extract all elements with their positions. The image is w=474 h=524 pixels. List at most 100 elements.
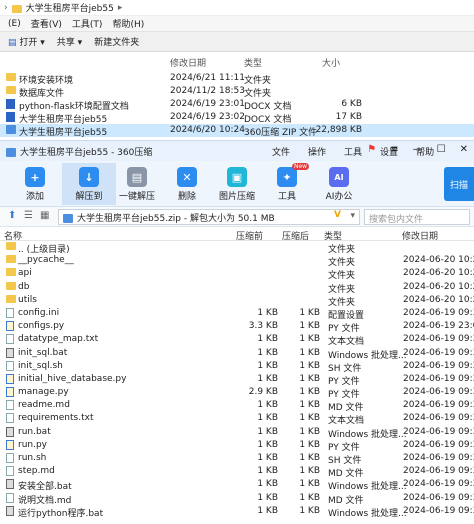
zip-row[interactable]: 说明文档.md1 KB1 KBMD 文件2024-06-19 09:35 — [0, 492, 474, 506]
menu-tools[interactable]: 工具(T) — [72, 17, 103, 30]
breadcrumb-item[interactable]: 大学生租房平台jeb55 — [26, 1, 114, 14]
file-date: 2024/6/19 23:01 — [170, 99, 245, 109]
zip-row[interactable]: init_sql.sh1 KB1 KBSH 文件2024-06-19 09:35 — [0, 360, 474, 374]
python-file-icon — [6, 321, 14, 332]
one-click-extract-button[interactable]: ▤ 一键解压 — [110, 163, 164, 205]
file-icon — [6, 453, 14, 463]
menu-view[interactable]: 查看(V) — [31, 17, 62, 30]
chevron-down-icon[interactable]: ▾ — [350, 211, 355, 221]
entry-date: 2024-06-19 09:35 — [403, 466, 474, 477]
menu-edit[interactable]: (E) — [8, 19, 21, 29]
minimize-button[interactable]: — — [413, 144, 423, 155]
header-type[interactable]: 类型 — [244, 56, 262, 69]
share-button[interactable]: 共享 ▾ — [57, 35, 82, 48]
zip-icon — [6, 125, 16, 134]
zip-row[interactable]: api 文件夹 2024-06-20 10:24 — [0, 267, 474, 281]
zip-row[interactable]: initial_hive_database.py 1 KB 1 KB PY 文件 202… — [0, 373, 474, 387]
file-name: 大学生租房平台jeb55 — [19, 128, 108, 138]
grid-view-icon[interactable]: ▦ — [40, 210, 49, 221]
folder-icon — [6, 242, 16, 250]
zip-row[interactable]: run.py1 KB1 KBPY 文件2024-06-19 09:35 — [0, 439, 474, 453]
path-box[interactable]: 大学生租房平台jeb55.zip - 解包大小为 50.1 MB V ▾ — [58, 209, 360, 225]
ai-office-button[interactable]: AI AI办公 — [312, 163, 366, 205]
explorer-breadcrumb: › 大学生租房平台jeb55 ▸ — [0, 0, 474, 16]
zip-row[interactable]: readme.md1 KB1 KBMD 文件2024-06-19 09:35 — [0, 399, 474, 413]
entry-date: 2024-06-19 09:35 — [403, 387, 474, 398]
chevron-right-icon[interactable]: ▸ — [118, 3, 123, 13]
menu-operation[interactable]: 操作 — [308, 145, 326, 158]
menu-file[interactable]: 文件 — [272, 145, 290, 158]
zip-row[interactable]: .. (上级目录) 文件夹 — [0, 241, 474, 255]
scan-button[interactable]: 扫描 — [444, 167, 474, 201]
python-file-icon — [6, 387, 14, 398]
new-badge: New — [292, 163, 310, 170]
new-folder-button[interactable]: 新建文件夹 — [94, 35, 139, 48]
zip-row[interactable]: manage.py2.9 KB1 KBPY 文件2024-06-19 09:35 — [0, 386, 474, 400]
zip-file-list: .. (上级目录) 文件夹 __pycache__ 文件夹 2024-06-20 10:… — [0, 241, 474, 519]
extract-to-button[interactable]: ↓ 解压到 — [62, 163, 116, 205]
folder-icon — [6, 294, 16, 303]
entry-name: 运行python程序.bat — [18, 508, 104, 519]
entry-name: init_sql.sh — [18, 360, 63, 371]
file-size: 6 KB — [341, 99, 362, 109]
entry-compressed-size: 1 KB — [299, 466, 320, 477]
search-input[interactable]: 搜索包内文件 — [364, 209, 470, 225]
up-arrow-icon[interactable]: ⬆ — [8, 210, 16, 221]
entry-date: 2024-06-19 09:35 — [403, 479, 474, 490]
zip-row[interactable]: 运行python程序.bat 1 KB 1 KB Windows 批处理... 2024… — [0, 505, 474, 519]
image-compress-button[interactable]: ▣ 图片压缩 — [210, 163, 264, 205]
list-view-icon[interactable]: ☰ — [24, 210, 33, 221]
skin-icon[interactable]: ⚑ — [367, 144, 376, 155]
entry-type: SH 文件 — [328, 456, 362, 466]
entry-compressed-size: 1 KB — [299, 321, 320, 332]
explorer-row[interactable]: 数据库文件 2024/11/2 18:53 文件夹 — [0, 85, 474, 99]
delete-button[interactable]: ✕ 删除 — [160, 163, 214, 205]
entry-date: 2024-06-19 09:35 — [403, 334, 474, 345]
tool-label: 添加 — [25, 192, 44, 202]
ai-office-icon: AI — [329, 167, 349, 187]
explorer-row[interactable]: 环境安装环境 2024/6/21 11:11 文件夹 — [0, 72, 474, 86]
header-date[interactable]: 修改日期 — [170, 56, 206, 69]
entry-date: 2024-06-19 09:35 — [403, 347, 474, 358]
zip-row[interactable]: 安装全部.bat 1 KB 1 KB Windows 批处理... 2024-06-19… — [0, 478, 474, 492]
explorer-row-selected[interactable]: 大学生租房平台jeb55 2024/6/20 10:24 360压缩 ZIP 文… — [0, 124, 474, 138]
add-button[interactable]: + 添加 — [8, 163, 62, 205]
entry-date: 2024-06-19 09:35 — [403, 492, 474, 503]
menu-icon[interactable]: ≡ — [390, 144, 398, 155]
explorer-menubar: (E) 查看(V) 工具(T) 帮助(H) — [0, 16, 474, 32]
entry-date: 2024-06-19 09:35 — [403, 505, 474, 516]
menu-help[interactable]: 帮助(H) — [112, 17, 144, 30]
close-button[interactable]: ✕ — [460, 144, 468, 155]
entry-name: datatype_map.txt — [18, 334, 99, 345]
tools-button[interactable]: New ✦ 工具 — [260, 163, 314, 205]
zip-row[interactable]: __pycache__ 文件夹 2024-06-20 10:24 — [0, 254, 474, 268]
header-size[interactable]: 大小 — [322, 56, 340, 69]
zip-row[interactable]: init_sql.bat 1 KB 1 KB Windows 批处理... 2024-0… — [0, 347, 474, 361]
tools-icon: ✦ — [277, 167, 297, 187]
zip-row[interactable]: run.bat 1 KB 1 KB Windows 批处理... 2024-06-19 … — [0, 426, 474, 440]
explorer-row[interactable]: python-flask环境配置文档 2024/6/19 23:01 DOCX … — [0, 98, 474, 112]
menu-tools[interactable]: 工具 — [344, 145, 362, 158]
zip-row[interactable]: datatype_map.txt 1 KB 1 KB 文本文档 2024-06-19 0… — [0, 333, 474, 347]
zip-row[interactable]: step.md1 KB1 KBMD 文件2024-06-19 09:35 — [0, 465, 474, 479]
zip-row[interactable]: requirements.txt 1 KB 1 KB 文本文档 2024-06-19 0… — [0, 412, 474, 426]
entry-date: 2024-06-19 09:35 — [403, 400, 474, 411]
window-title: 大学生租房平台jeb55 - 360压缩 — [20, 147, 153, 158]
zip-row[interactable]: db 文件夹 2024-06-20 10:24 — [0, 281, 474, 295]
zip-row[interactable]: run.sh1 KB1 KBSH 文件2024-06-19 09:35 — [0, 452, 474, 466]
open-button[interactable]: ▤ 打开 ▾ — [8, 35, 45, 48]
entry-compressed-size: 1 KB — [299, 373, 320, 384]
zip-icon — [63, 213, 73, 223]
entry-type: Windows 批处理... — [328, 508, 407, 519]
zip-row[interactable]: utils 文件夹 2024-06-20 10:24 — [0, 294, 474, 308]
explorer-file-list: 环境安装环境 2024/6/21 11:11 文件夹 数据库文件 2024/11… — [0, 72, 474, 138]
entry-name: run.sh — [18, 453, 47, 463]
entry-compressed-size: 1 KB — [299, 505, 320, 516]
maximize-button[interactable]: ☐ — [437, 144, 446, 155]
zip-address-bar: ⬆ ☰ ▦ 大学生租房平台jeb55.zip - 解包大小为 50.1 MB V… — [0, 207, 474, 227]
nav-arrow-icon[interactable]: › — [4, 3, 8, 13]
zip-row[interactable]: config.ini1 KB1 KB配置设置2024-06-19 09:35 — [0, 307, 474, 321]
explorer-row[interactable]: 大学生租房平台jeb55 2024/6/19 23:02 DOCX 文档 17 … — [0, 111, 474, 125]
zip-row[interactable]: configs.py3.3 KB1 KBPY 文件2024-06-19 23:0… — [0, 320, 474, 334]
entry-date: 2024-06-19 09:35 — [403, 373, 474, 384]
